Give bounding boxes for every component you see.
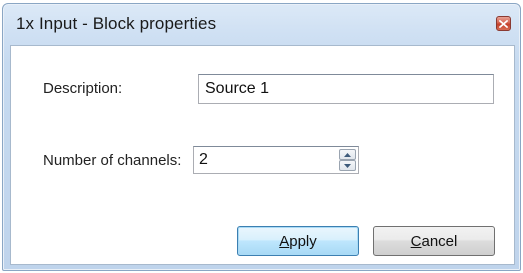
description-input[interactable] [198, 74, 494, 104]
cancel-button[interactable]: Cancel [373, 226, 495, 256]
apply-label: pply [289, 232, 317, 250]
divider [45, 198, 491, 199]
spin-up-button[interactable] [339, 149, 356, 160]
title-bar[interactable]: 1x Input - Block properties [3, 4, 520, 44]
arrow-down-icon [344, 163, 351, 168]
close-icon [499, 19, 508, 28]
dialog-window: 1x Input - Block properties Description:… [2, 3, 521, 271]
channels-spinbox[interactable]: 2 [193, 146, 359, 174]
close-button[interactable] [496, 16, 511, 31]
channels-label: Number of channels: [43, 152, 182, 169]
description-label: Description: [43, 80, 123, 97]
apply-button[interactable]: Apply [237, 226, 359, 256]
spin-buttons [339, 149, 356, 171]
apply-mnemonic: A [279, 232, 290, 250]
cancel-label: ancel [421, 232, 458, 250]
spin-down-button[interactable] [339, 160, 356, 171]
arrow-up-icon [344, 152, 351, 157]
cancel-mnemonic: C [410, 232, 422, 250]
divider [45, 123, 491, 124]
channels-value[interactable]: 2 [199, 151, 208, 169]
dialog-body: Description: Number of channels: 2 [10, 45, 515, 265]
window-title: 1x Input - Block properties [16, 14, 217, 33]
